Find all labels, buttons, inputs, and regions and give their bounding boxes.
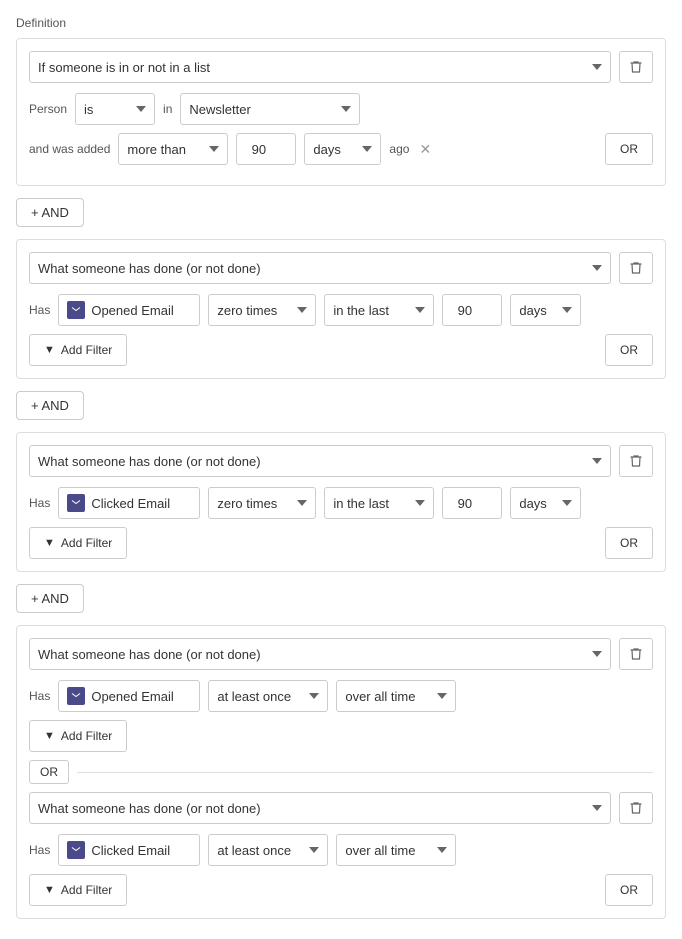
period-value-3[interactable] [442,487,502,519]
add-filter-button-5[interactable]: ▼ Add Filter [29,874,127,906]
person-label: Person [29,102,67,116]
period-select-3[interactable]: in the last over all time [324,487,434,519]
or-separator: OR [29,760,653,784]
or-button-1[interactable]: OR [605,133,653,165]
condition-block-45: What someone has done (or not done) Has … [16,625,666,919]
delete-button-2[interactable] [619,252,653,284]
and-was-added-label: and was added [29,142,110,156]
delete-button-3[interactable] [619,445,653,477]
and-button-2[interactable]: + AND [16,391,84,420]
delete-button-1[interactable] [619,51,653,83]
period-select-2[interactable]: in the last over all time [324,294,434,326]
list-select[interactable]: Newsletter Subscribers Customers [180,93,360,125]
days-number-input-1[interactable] [236,133,296,165]
or-button-2[interactable]: OR [605,334,653,366]
condition-select-2[interactable]: What someone has done (or not done) [29,252,611,284]
condition-block-3: What someone has done (or not done) Has … [16,432,666,572]
has-label-5: Has [29,843,50,857]
or-tag: OR [29,760,69,784]
days-unit-select-1[interactable]: days weeks months [304,133,381,165]
in-label: in [163,102,172,116]
frequency-select-5[interactable]: at least once zero times [208,834,328,866]
or-button-3[interactable]: OR [605,527,653,559]
condition-select-1[interactable]: If someone is in or not in a list [29,51,611,83]
condition-block-1: If someone is in or not in a list Person… [16,38,666,186]
close-ago[interactable]: ✕ [419,141,431,158]
add-filter-button-2[interactable]: ▼ Add Filter [29,334,127,366]
sub-block-5: What someone has done (or not done) Has … [29,792,653,906]
definition-label: Definition [16,16,666,30]
and-button-1[interactable]: + AND [16,198,84,227]
period-unit-2[interactable]: days weeks [510,294,581,326]
and-button-3[interactable]: + AND [16,584,84,613]
condition-select-5[interactable]: What someone has done (or not done) [29,792,611,824]
time-select-5[interactable]: over all time in the last [336,834,456,866]
delete-button-4[interactable] [619,638,653,670]
email-icon-4 [67,687,85,705]
has-label-3: Has [29,496,50,510]
person-select[interactable]: is is not [75,93,155,125]
frequency-select-2[interactable]: zero times at least once [208,294,316,326]
action-select-2[interactable]: Opened Email Clicked Email [91,295,191,325]
sub-block-4: What someone has done (or not done) Has … [29,638,653,752]
has-label-4: Has [29,689,50,703]
delete-button-5[interactable] [619,792,653,824]
action-select-wrapper-3: Clicked Email Opened Email [58,487,200,519]
action-select-wrapper-4: Opened Email Clicked Email [58,680,200,712]
or-line [77,772,653,773]
action-select-wrapper-2: Opened Email Clicked Email [58,294,200,326]
filter-icon-3: ▼ [44,537,55,549]
or-button-5[interactable]: OR [605,874,653,906]
ago-label: ago [389,142,409,156]
condition-select-4[interactable]: What someone has done (or not done) [29,638,611,670]
frequency-select-3[interactable]: zero times at least once [208,487,316,519]
email-icon-5 [67,841,85,859]
period-unit-3[interactable]: days weeks [510,487,581,519]
condition-select-3[interactable]: What someone has done (or not done) [29,445,611,477]
action-select-3[interactable]: Clicked Email Opened Email [91,488,191,518]
action-select-wrapper-5: Clicked Email Opened Email [58,834,200,866]
action-select-4[interactable]: Opened Email Clicked Email [91,681,191,711]
email-icon-2 [67,301,85,319]
more-than-select[interactable]: more than less than exactly [118,133,228,165]
frequency-select-4[interactable]: at least once zero times [208,680,328,712]
email-icon-3 [67,494,85,512]
period-value-2[interactable] [442,294,502,326]
action-select-5[interactable]: Clicked Email Opened Email [91,835,191,865]
filter-icon-4: ▼ [44,730,55,742]
time-select-4[interactable]: over all time in the last [336,680,456,712]
filter-icon-2: ▼ [44,344,55,356]
filter-icon-5: ▼ [44,884,55,896]
condition-block-2: What someone has done (or not done) Has … [16,239,666,379]
add-filter-button-3[interactable]: ▼ Add Filter [29,527,127,559]
add-filter-button-4[interactable]: ▼ Add Filter [29,720,127,752]
has-label-2: Has [29,303,50,317]
